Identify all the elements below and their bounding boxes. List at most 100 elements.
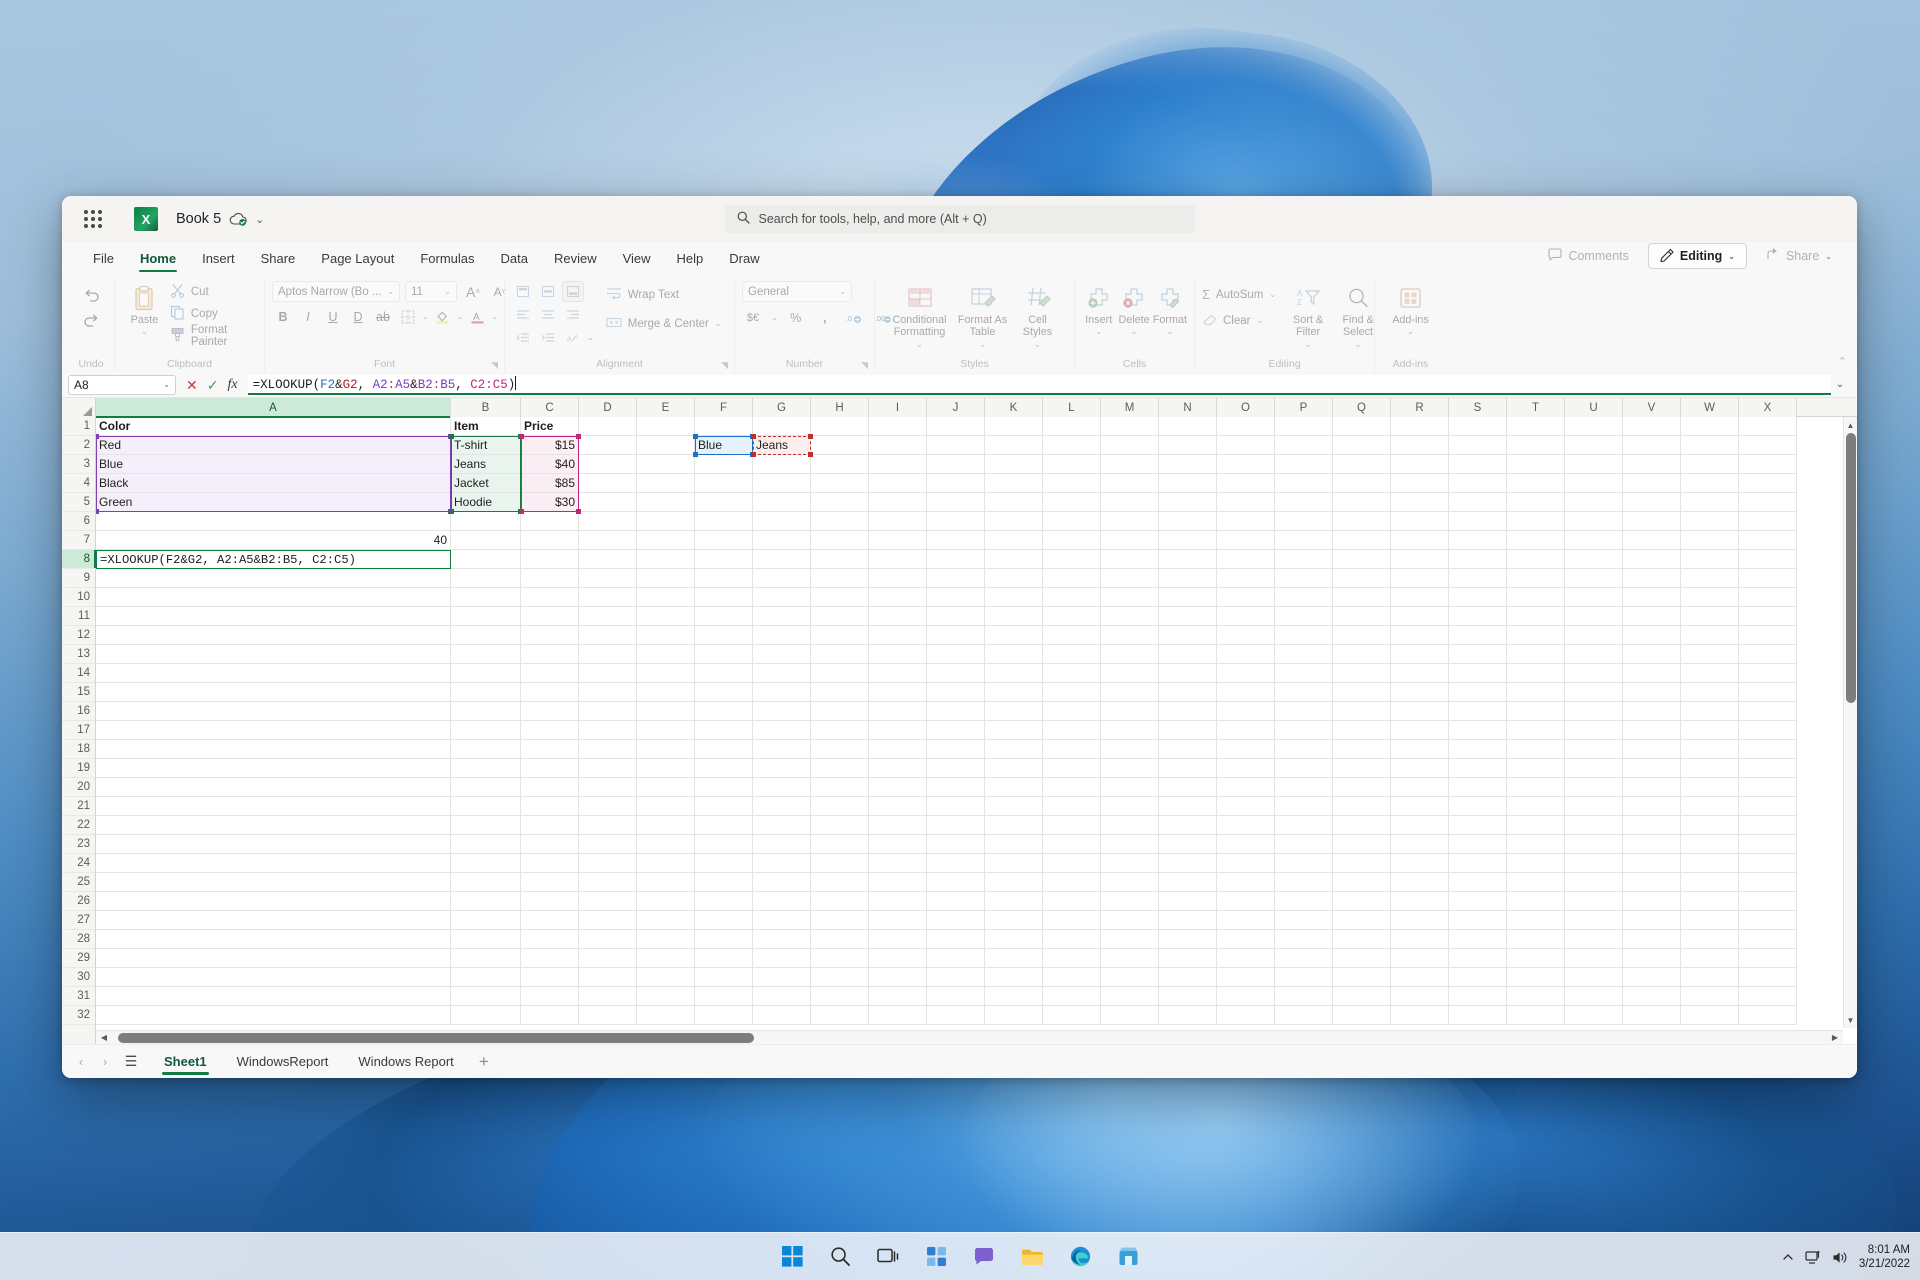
cell-h16[interactable] (811, 702, 869, 721)
cell-x30[interactable] (1739, 968, 1797, 987)
cell-i22[interactable] (869, 816, 927, 835)
cell-u10[interactable] (1565, 588, 1623, 607)
cell-d13[interactable] (579, 645, 637, 664)
cell-e5[interactable] (637, 493, 695, 512)
cell-t5[interactable] (1507, 493, 1565, 512)
cell-i2[interactable] (869, 436, 927, 455)
cell-q1[interactable] (1333, 417, 1391, 436)
cell-d32[interactable] (579, 1006, 637, 1025)
cell-p25[interactable] (1275, 873, 1333, 892)
cell-m8[interactable] (1101, 550, 1159, 569)
select-all-corner-button[interactable] (62, 398, 96, 417)
cell-w5[interactable] (1681, 493, 1739, 512)
cell-u32[interactable] (1565, 1006, 1623, 1025)
cell-p30[interactable] (1275, 968, 1333, 987)
cell-l22[interactable] (1043, 816, 1101, 835)
cell-o1[interactable] (1217, 417, 1275, 436)
cell-q12[interactable] (1333, 626, 1391, 645)
cell-n5[interactable] (1159, 493, 1217, 512)
cell-v30[interactable] (1623, 968, 1681, 987)
cell-m21[interactable] (1101, 797, 1159, 816)
tab-view[interactable]: View (610, 242, 664, 274)
cell-g31[interactable] (753, 987, 811, 1006)
cell-n30[interactable] (1159, 968, 1217, 987)
cell-x14[interactable] (1739, 664, 1797, 683)
cell-m13[interactable] (1101, 645, 1159, 664)
cell-t18[interactable] (1507, 740, 1565, 759)
row-header-29[interactable]: 29 (62, 949, 95, 968)
cell-c10[interactable] (521, 588, 579, 607)
cell-editor-a8[interactable]: =XLOOKUP(F2&G2, A2:A5&B2:B5, C2:C5) (96, 550, 451, 569)
add-sheet-button[interactable]: + (470, 1048, 498, 1076)
cell-v9[interactable] (1623, 569, 1681, 588)
cell-i18[interactable] (869, 740, 927, 759)
cell-k19[interactable] (985, 759, 1043, 778)
cell-a2[interactable]: Red (96, 436, 451, 455)
cell-o19[interactable] (1217, 759, 1275, 778)
cell-q3[interactable] (1333, 455, 1391, 474)
cell-q27[interactable] (1333, 911, 1391, 930)
cell-f14[interactable] (695, 664, 753, 683)
cell-s17[interactable] (1449, 721, 1507, 740)
cell-o4[interactable] (1217, 474, 1275, 493)
column-header-h[interactable]: H (811, 398, 869, 417)
cell-w32[interactable] (1681, 1006, 1739, 1025)
cell-k32[interactable] (985, 1006, 1043, 1025)
cell-n19[interactable] (1159, 759, 1217, 778)
cell-c30[interactable] (521, 968, 579, 987)
cell-n3[interactable] (1159, 455, 1217, 474)
cell-n14[interactable] (1159, 664, 1217, 683)
cell-p18[interactable] (1275, 740, 1333, 759)
cell-styles-chevron-down-icon[interactable]: ⌄ (1034, 340, 1041, 349)
align-left-icon[interactable] (512, 304, 534, 325)
cell-f19[interactable] (695, 759, 753, 778)
cell-b28[interactable] (451, 930, 521, 949)
cell-e23[interactable] (637, 835, 695, 854)
cell-n1[interactable] (1159, 417, 1217, 436)
cell-r22[interactable] (1391, 816, 1449, 835)
cell-e1[interactable] (637, 417, 695, 436)
cell-k25[interactable] (985, 873, 1043, 892)
cell-g7[interactable] (753, 531, 811, 550)
cell-g29[interactable] (753, 949, 811, 968)
cell-e24[interactable] (637, 854, 695, 873)
cell-h30[interactable] (811, 968, 869, 987)
cell-i10[interactable] (869, 588, 927, 607)
cell-f18[interactable] (695, 740, 753, 759)
cell-h15[interactable] (811, 683, 869, 702)
comments-button[interactable]: Comments (1537, 243, 1639, 269)
cell-e28[interactable] (637, 930, 695, 949)
column-header-x[interactable]: X (1739, 398, 1797, 417)
cell-i19[interactable] (869, 759, 927, 778)
insert-cells-button[interactable]: Insert ⌄ (1082, 281, 1115, 337)
cell-l25[interactable] (1043, 873, 1101, 892)
cell-e20[interactable] (637, 778, 695, 797)
cell-s22[interactable] (1449, 816, 1507, 835)
column-header-d[interactable]: D (579, 398, 637, 417)
cell-w29[interactable] (1681, 949, 1739, 968)
cell-t28[interactable] (1507, 930, 1565, 949)
cell-v5[interactable] (1623, 493, 1681, 512)
cell-r25[interactable] (1391, 873, 1449, 892)
format-as-table-chevron-down-icon[interactable]: ⌄ (979, 340, 986, 349)
cell-t11[interactable] (1507, 607, 1565, 626)
cell-j12[interactable] (927, 626, 985, 645)
cell-g3[interactable] (753, 455, 811, 474)
cell-b11[interactable] (451, 607, 521, 626)
tab-share[interactable]: Share (248, 242, 309, 274)
cell-x24[interactable] (1739, 854, 1797, 873)
cell-p27[interactable] (1275, 911, 1333, 930)
cell-i32[interactable] (869, 1006, 927, 1025)
cell-f8[interactable] (695, 550, 753, 569)
cell-m3[interactable] (1101, 455, 1159, 474)
addins-chevron-down-icon[interactable]: ⌄ (1407, 327, 1414, 336)
row-header-23[interactable]: 23 (62, 835, 95, 854)
cell-x28[interactable] (1739, 930, 1797, 949)
cell-c4[interactable]: $85 (521, 474, 579, 493)
cell-v6[interactable] (1623, 512, 1681, 531)
cell-m1[interactable] (1101, 417, 1159, 436)
cell-f1[interactable] (695, 417, 753, 436)
cell-a29[interactable] (96, 949, 451, 968)
cell-r18[interactable] (1391, 740, 1449, 759)
cell-u24[interactable] (1565, 854, 1623, 873)
